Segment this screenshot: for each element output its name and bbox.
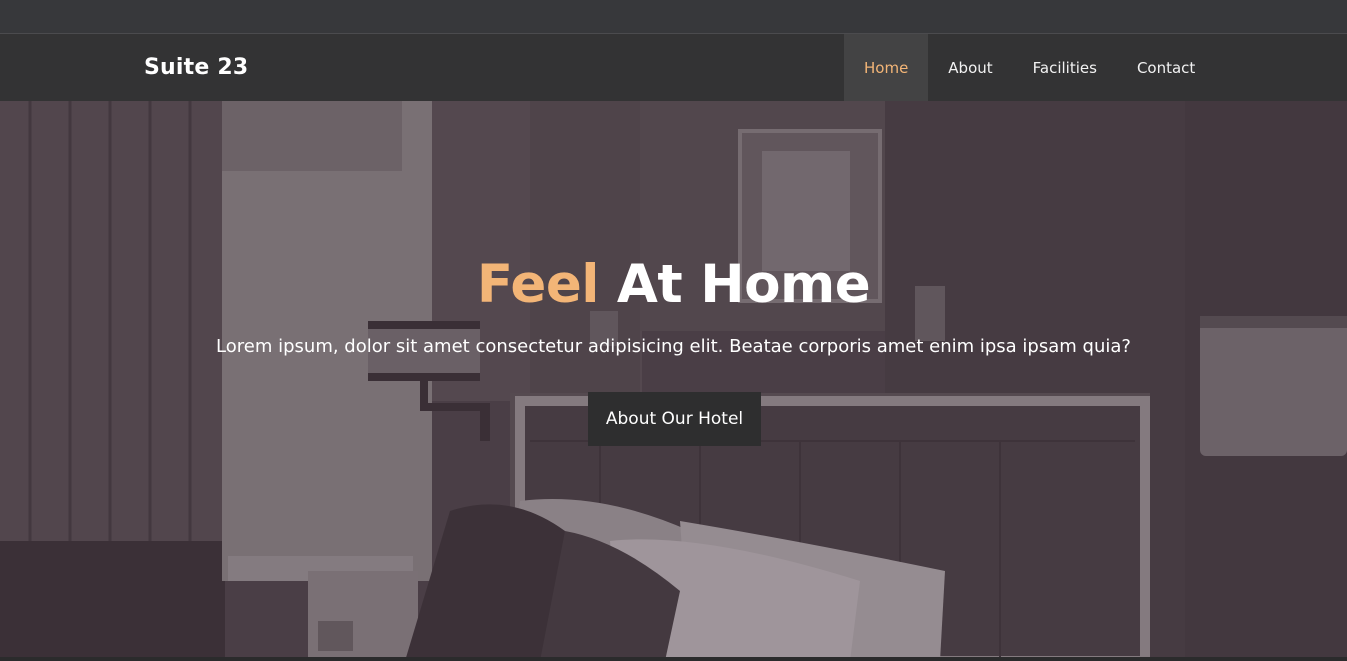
- headline-rest: At Home: [616, 254, 871, 315]
- hero-dark-overlay: [0, 101, 1347, 661]
- navbar: Suite 23 Home About Facilities Contact: [0, 34, 1347, 101]
- hero-subtext: Lorem ipsum, dolor sit amet consectetur …: [216, 336, 1131, 357]
- headline-accent-word: Feel: [476, 254, 600, 315]
- bottom-edge-bar: [0, 657, 1347, 661]
- nav-item-home[interactable]: Home: [844, 34, 929, 101]
- nav-item-contact[interactable]: Contact: [1117, 34, 1215, 101]
- brand-logo[interactable]: Suite 23: [144, 55, 248, 80]
- nav-item-facilities[interactable]: Facilities: [1013, 34, 1117, 101]
- nav-item-about[interactable]: About: [928, 34, 1012, 101]
- main-nav: Home About Facilities Contact: [844, 34, 1215, 101]
- hero-section: Feel At Home Lorem ipsum, dolor sit amet…: [0, 101, 1347, 661]
- browser-top-strip: [0, 0, 1347, 34]
- hero-headline: Feel At Home: [0, 254, 1347, 315]
- about-hotel-button[interactable]: About Our Hotel: [588, 392, 761, 446]
